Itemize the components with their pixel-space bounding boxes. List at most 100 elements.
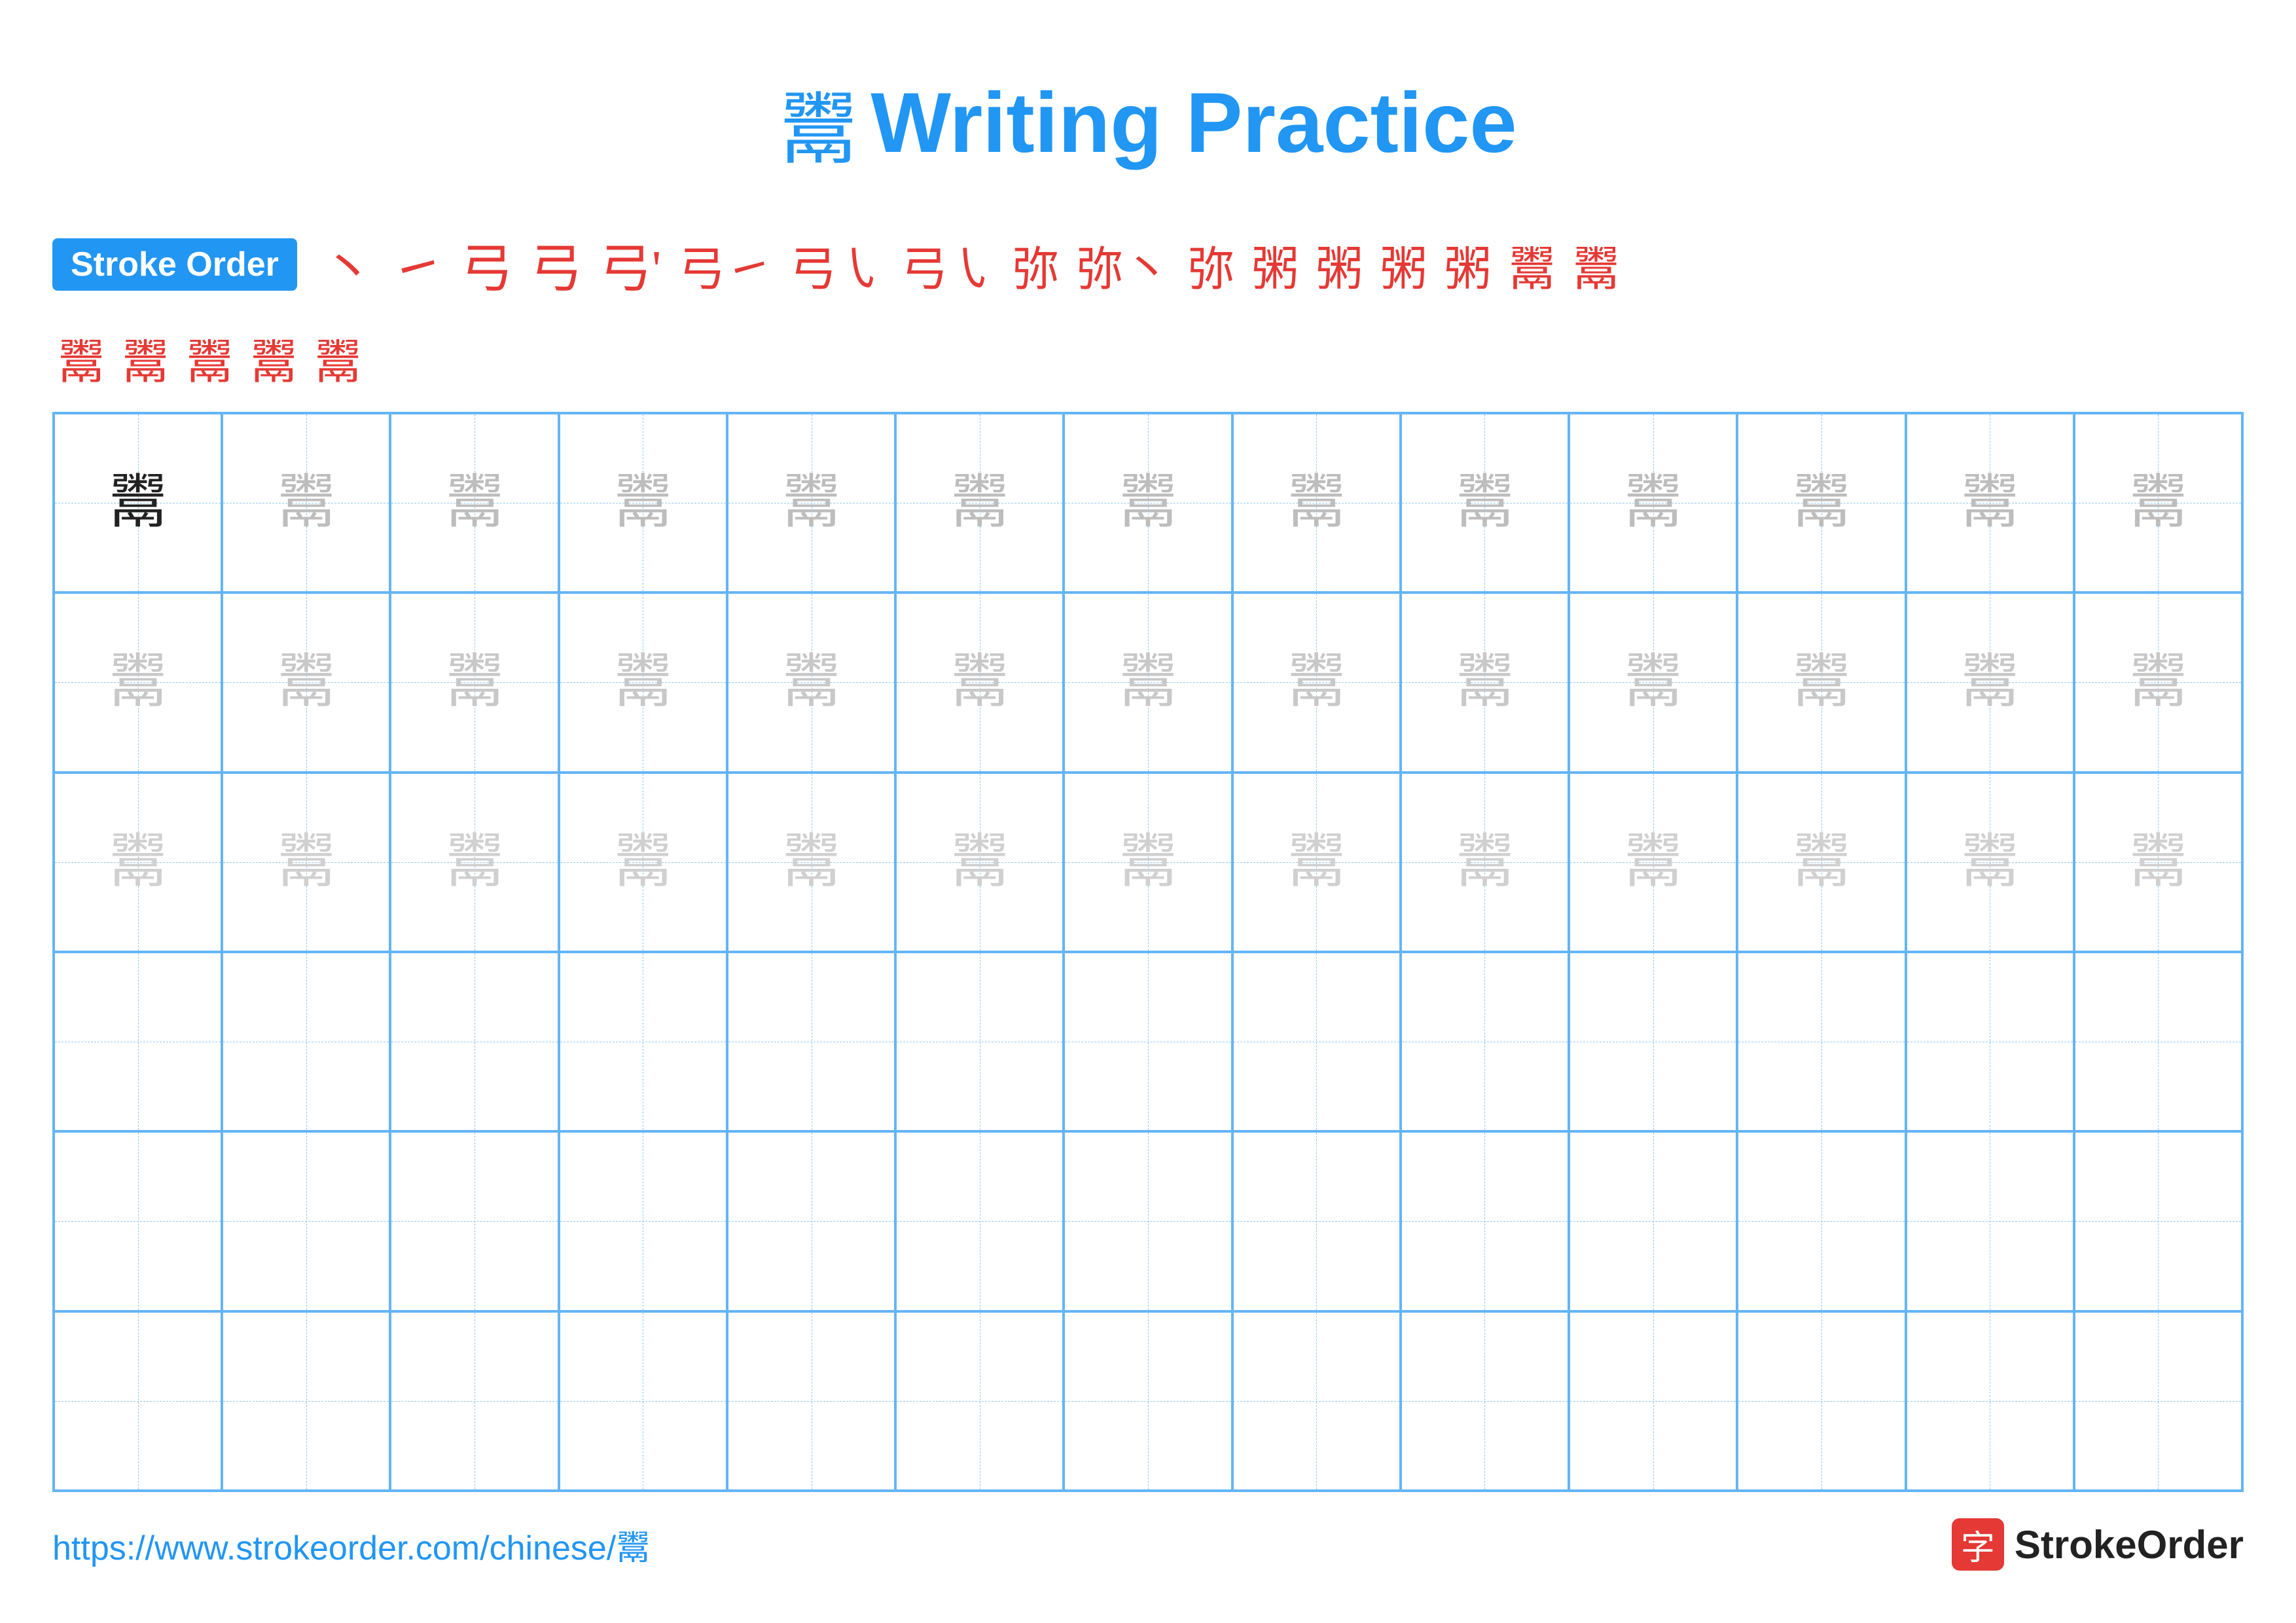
grid-cell[interactable] bbox=[895, 952, 1064, 1131]
title-row: 鬻 Writing Practice bbox=[52, 39, 2244, 212]
grid-cell[interactable]: 鬻 bbox=[2074, 413, 2242, 593]
grid-cell[interactable] bbox=[2074, 1311, 2242, 1491]
grid-cell[interactable]: 鬻 bbox=[559, 773, 727, 952]
grid-cell[interactable]: 鬻 bbox=[1064, 773, 1232, 952]
grid-cell[interactable] bbox=[727, 952, 895, 1131]
grid-cell[interactable] bbox=[1737, 1311, 1905, 1491]
stroke-1: 丶 bbox=[322, 227, 374, 302]
grid-cell[interactable] bbox=[1232, 1311, 1401, 1491]
stroke-5: 弓' bbox=[600, 227, 661, 302]
grid-cell[interactable]: 鬻 bbox=[1569, 593, 1737, 772]
grid-cell[interactable]: 鬻 bbox=[222, 593, 390, 772]
stroke-18: 鬻 bbox=[58, 323, 105, 392]
grid-cell[interactable]: 鬻 bbox=[2074, 773, 2242, 952]
grid-cell[interactable]: 鬻 bbox=[895, 773, 1064, 952]
grid-cell[interactable]: 鬻 bbox=[1906, 413, 2074, 593]
grid-cell[interactable] bbox=[1906, 1311, 2074, 1491]
grid-cell[interactable]: 鬻 bbox=[727, 773, 895, 952]
grid-cell[interactable] bbox=[390, 952, 558, 1131]
page-title: Writing Practice bbox=[870, 73, 1516, 172]
grid-cell[interactable] bbox=[1232, 952, 1401, 1131]
grid-cell[interactable]: 鬻 bbox=[727, 593, 895, 772]
grid-cell[interactable]: 鬻 bbox=[222, 413, 390, 593]
stroke-21: 鬻 bbox=[250, 323, 297, 392]
practice-grid[interactable]: 鬻鬻鬻鬻鬻鬻鬻鬻鬻鬻鬻鬻鬻鬻鬻鬻鬻鬻鬻鬻鬻鬻鬻鬻鬻鬻鬻鬻鬻鬻鬻鬻鬻鬻鬻鬻鬻鬻鬻 bbox=[52, 412, 2244, 1492]
grid-cell[interactable]: 鬻 bbox=[1569, 413, 1737, 593]
title-chinese-char: 鬻 bbox=[779, 65, 857, 179]
grid-cell[interactable] bbox=[390, 1131, 558, 1311]
grid-cell[interactable] bbox=[54, 1311, 222, 1491]
grid-cell[interactable]: 鬻 bbox=[390, 413, 558, 593]
grid-cell[interactable]: 鬻 bbox=[1232, 413, 1401, 593]
grid-cell[interactable] bbox=[54, 1131, 222, 1311]
grid-cell[interactable] bbox=[559, 1311, 727, 1491]
stroke-14: 粥 bbox=[1380, 230, 1427, 299]
footer: https://www.strokeorder.com/chinese/鬻 字 … bbox=[52, 1492, 2244, 1584]
grid-cell[interactable] bbox=[1569, 1131, 1737, 1311]
stroke-16: 鬻 bbox=[1508, 230, 1555, 299]
grid-cell[interactable] bbox=[222, 952, 390, 1131]
grid-cell[interactable]: 鬻 bbox=[1232, 773, 1401, 952]
grid-cell[interactable] bbox=[2074, 952, 2242, 1131]
grid-cell[interactable]: 鬻 bbox=[222, 773, 390, 952]
stroke-6: 弓㇀ bbox=[678, 230, 772, 299]
grid-cell[interactable] bbox=[727, 1311, 895, 1491]
page: 鬻 Writing Practice Stroke Order 丶 ㇀ 弓 弓 … bbox=[0, 0, 2296, 1623]
grid-cell[interactable]: 鬻 bbox=[559, 413, 727, 593]
grid-cell[interactable]: 鬻 bbox=[1737, 773, 1905, 952]
grid-cell[interactable] bbox=[727, 1131, 895, 1311]
grid-cell[interactable]: 鬻 bbox=[390, 593, 558, 772]
grid-cell[interactable]: 鬻 bbox=[2074, 593, 2242, 772]
grid-cell[interactable]: 鬻 bbox=[1737, 413, 1905, 593]
grid-cell[interactable] bbox=[1064, 1311, 1232, 1491]
grid-cell[interactable] bbox=[390, 1311, 558, 1491]
grid-cell[interactable] bbox=[1064, 1131, 1232, 1311]
grid-cell[interactable]: 鬻 bbox=[390, 773, 558, 952]
grid-cell[interactable]: 鬻 bbox=[54, 413, 222, 593]
grid-cell[interactable]: 鬻 bbox=[54, 593, 222, 772]
stroke-20: 鬻 bbox=[186, 323, 233, 392]
grid-cell[interactable] bbox=[559, 952, 727, 1131]
grid-cell[interactable] bbox=[1064, 952, 1232, 1131]
grid-cell[interactable] bbox=[1401, 952, 1569, 1131]
grid-cell[interactable]: 鬻 bbox=[1569, 773, 1737, 952]
grid-cell[interactable] bbox=[1232, 1131, 1401, 1311]
grid-cell[interactable]: 鬻 bbox=[1064, 593, 1232, 772]
grid-cell[interactable] bbox=[1906, 952, 2074, 1131]
grid-cell[interactable] bbox=[1401, 1131, 1569, 1311]
grid-cell[interactable] bbox=[1569, 1311, 1737, 1491]
footer-url[interactable]: https://www.strokeorder.com/chinese/鬻 bbox=[52, 1520, 650, 1569]
grid-cell[interactable]: 鬻 bbox=[559, 593, 727, 772]
grid-cell[interactable] bbox=[895, 1311, 1064, 1491]
grid-cell[interactable] bbox=[895, 1131, 1064, 1311]
grid-cell[interactable]: 鬻 bbox=[1401, 593, 1569, 772]
grid-cell[interactable]: 鬻 bbox=[1401, 413, 1569, 593]
grid-cell[interactable] bbox=[1737, 1131, 1905, 1311]
grid-cell[interactable]: 鬻 bbox=[54, 773, 222, 952]
grid-cell[interactable]: 鬻 bbox=[1737, 593, 1905, 772]
stroke-order-badge: Stroke Order bbox=[52, 238, 297, 291]
grid-cell[interactable]: 鬻 bbox=[1906, 773, 2074, 952]
grid-cell[interactable]: 鬻 bbox=[1232, 593, 1401, 772]
grid-cell[interactable] bbox=[222, 1131, 390, 1311]
grid-cell[interactable] bbox=[2074, 1131, 2242, 1311]
grid-cell[interactable]: 鬻 bbox=[727, 413, 895, 593]
stroke-order-row2: 鬻 鬻 鬻 鬻 鬻 bbox=[52, 317, 2244, 412]
stroke-12: 粥 bbox=[1251, 230, 1299, 299]
grid-cell[interactable] bbox=[1401, 1311, 1569, 1491]
stroke-3: 弓 bbox=[461, 227, 513, 302]
stroke-9: 弥 bbox=[1012, 230, 1059, 299]
grid-cell[interactable] bbox=[1569, 952, 1737, 1131]
grid-cell[interactable]: 鬻 bbox=[1064, 413, 1232, 593]
grid-cell[interactable] bbox=[222, 1311, 390, 1491]
stroke-11: 弥 bbox=[1187, 230, 1234, 299]
grid-cell[interactable]: 鬻 bbox=[895, 593, 1064, 772]
grid-cell[interactable] bbox=[1906, 1131, 2074, 1311]
stroke-7: 弓㇂ bbox=[789, 230, 884, 299]
grid-cell[interactable]: 鬻 bbox=[1906, 593, 2074, 772]
grid-cell[interactable]: 鬻 bbox=[895, 413, 1064, 593]
grid-cell[interactable] bbox=[1737, 952, 1905, 1131]
grid-cell[interactable] bbox=[559, 1131, 727, 1311]
grid-cell[interactable] bbox=[54, 952, 222, 1131]
grid-cell[interactable]: 鬻 bbox=[1401, 773, 1569, 952]
